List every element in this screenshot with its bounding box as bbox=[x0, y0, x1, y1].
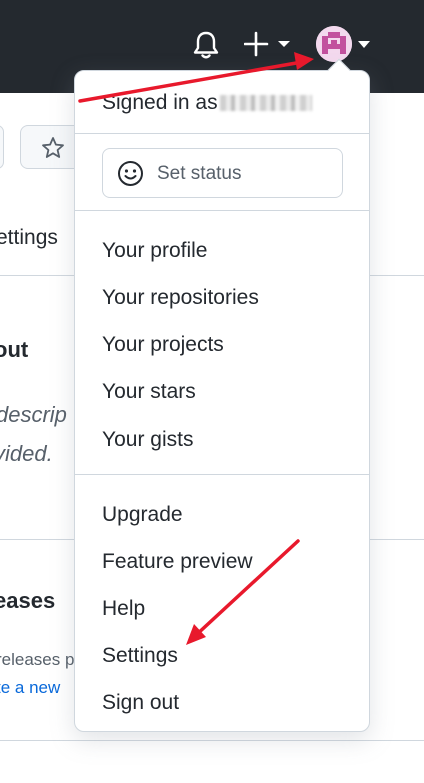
menu-item-your-projects[interactable]: Your projects bbox=[102, 333, 224, 357]
menu-item-your-profile[interactable]: Your profile bbox=[102, 239, 207, 263]
signed-in-label: Signed in as bbox=[102, 91, 312, 115]
user-dropdown-menu: Signed in as Set status Your profile You… bbox=[74, 58, 370, 732]
releases-text: releases p bbox=[0, 650, 75, 669]
menu-item-sign-out[interactable]: Sign out bbox=[102, 691, 179, 715]
avatar bbox=[316, 26, 352, 62]
repo-action-button-partial[interactable] bbox=[0, 125, 4, 169]
description-text: descrip bbox=[0, 402, 67, 427]
releases-heading: eases bbox=[0, 588, 56, 613]
menu-item-your-stars[interactable]: Your stars bbox=[102, 380, 196, 404]
signed-in-text: Signed in as bbox=[102, 91, 218, 114]
menu-item-feature-preview[interactable]: Feature preview bbox=[102, 550, 253, 574]
menu-item-upgrade[interactable]: Upgrade bbox=[102, 503, 183, 527]
menu-item-your-gists[interactable]: Your gists bbox=[102, 428, 193, 452]
create-release-link[interactable]: te a new bbox=[0, 678, 60, 698]
menu-divider bbox=[75, 474, 369, 475]
set-status-button[interactable]: Set status bbox=[102, 148, 343, 198]
star-icon bbox=[42, 137, 64, 158]
smiley-icon bbox=[118, 161, 143, 186]
menu-item-help[interactable]: Help bbox=[102, 597, 145, 621]
section-divider-2 bbox=[0, 740, 424, 741]
about-heading: out bbox=[0, 337, 29, 362]
menu-item-settings[interactable]: Settings bbox=[102, 644, 178, 668]
tab-settings[interactable]: ettings bbox=[0, 226, 58, 250]
identicon-icon bbox=[316, 26, 352, 62]
description-text-2: vided. bbox=[0, 441, 53, 466]
menu-divider bbox=[75, 133, 369, 134]
chevron-down-icon bbox=[358, 41, 370, 48]
bell-icon[interactable] bbox=[192, 30, 220, 60]
avatar-menu-toggle[interactable] bbox=[316, 26, 374, 62]
username-redacted bbox=[219, 95, 312, 112]
menu-divider bbox=[75, 210, 369, 211]
menu-item-your-repositories[interactable]: Your repositories bbox=[102, 286, 259, 310]
plus-icon[interactable] bbox=[244, 31, 294, 57]
set-status-label: Set status bbox=[157, 163, 242, 184]
